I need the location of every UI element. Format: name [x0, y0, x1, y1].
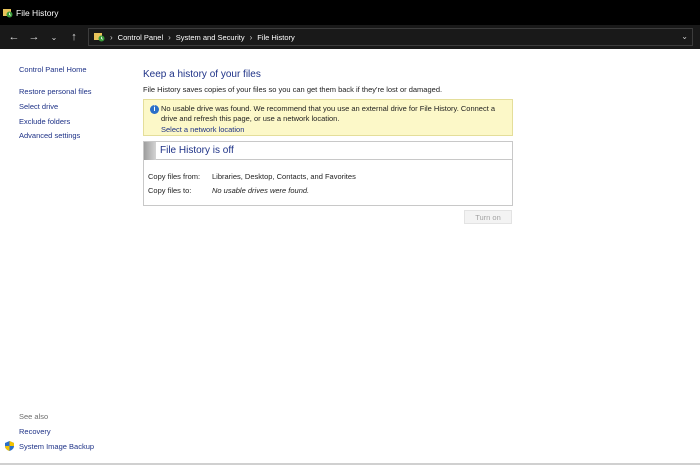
- sidebar-item-select-drive[interactable]: Select drive: [19, 102, 58, 111]
- info-bar: i No usable drive was found. We recommen…: [143, 99, 513, 136]
- page-description: File History saves copies of your files …: [143, 85, 443, 94]
- left-pane: Control Panel Home Restore personal file…: [0, 49, 130, 463]
- breadcrumb-separator: ›: [168, 32, 171, 42]
- title-bar: File History: [0, 0, 700, 25]
- status-panel: File History is off Copy files from: Lib…: [143, 141, 513, 206]
- breadcrumb-control-panel[interactable]: Control Panel: [118, 33, 163, 42]
- up-arrow-icon[interactable]: ↑: [64, 27, 84, 47]
- forward-arrow-icon[interactable]: →: [24, 27, 44, 47]
- sidebar-item-restore-personal-files[interactable]: Restore personal files: [19, 87, 92, 96]
- see-also-label: See also: [19, 412, 49, 421]
- file-history-icon: [3, 8, 13, 18]
- recovery-link[interactable]: Recovery: [19, 427, 51, 436]
- system-image-backup-link[interactable]: System Image Backup: [19, 442, 94, 451]
- recent-locations-chevron-icon[interactable]: ⌄: [44, 27, 64, 47]
- copy-to-label: Copy files to:: [148, 186, 192, 195]
- breadcrumb-separator: ›: [249, 32, 253, 42]
- window-title: File History: [16, 7, 59, 18]
- sidebar-item-advanced-settings[interactable]: Advanced settings: [19, 131, 80, 140]
- sidebar-item-exclude-folders[interactable]: Exclude folders: [19, 117, 70, 126]
- address-dropdown-icon[interactable]: ⌄: [681, 32, 688, 41]
- status-title: File History is off: [160, 145, 234, 156]
- breadcrumb-file-history[interactable]: File History: [257, 33, 295, 42]
- navigation-bar: ← → ⌄ ↑ › Control Panel › System and Sec…: [0, 25, 700, 49]
- status-indicator: [144, 142, 156, 160]
- back-arrow-icon[interactable]: ←: [4, 27, 24, 47]
- address-bar[interactable]: › Control Panel › System and Security › …: [88, 28, 693, 46]
- breadcrumb-separator: ›: [110, 32, 113, 42]
- control-panel-home-link[interactable]: Control Panel Home: [19, 65, 87, 74]
- copy-from-label: Copy files from:: [148, 172, 201, 181]
- info-message: No usable drive was found. We recommend …: [161, 104, 496, 123]
- control-panel-icon: [94, 32, 105, 42]
- page-heading: Keep a history of your files: [143, 69, 261, 80]
- info-icon: i: [150, 105, 159, 114]
- shield-icon: [5, 441, 14, 451]
- breadcrumb-system-and-security[interactable]: System and Security: [176, 33, 245, 42]
- copy-to-value: No usable drives were found.: [212, 186, 310, 195]
- turn-on-button[interactable]: Turn on: [464, 210, 512, 224]
- select-network-location-link[interactable]: Select a network location: [161, 125, 244, 134]
- status-header: File History is off: [144, 142, 512, 160]
- copy-from-value: Libraries, Desktop, Contacts, and Favori…: [212, 172, 356, 181]
